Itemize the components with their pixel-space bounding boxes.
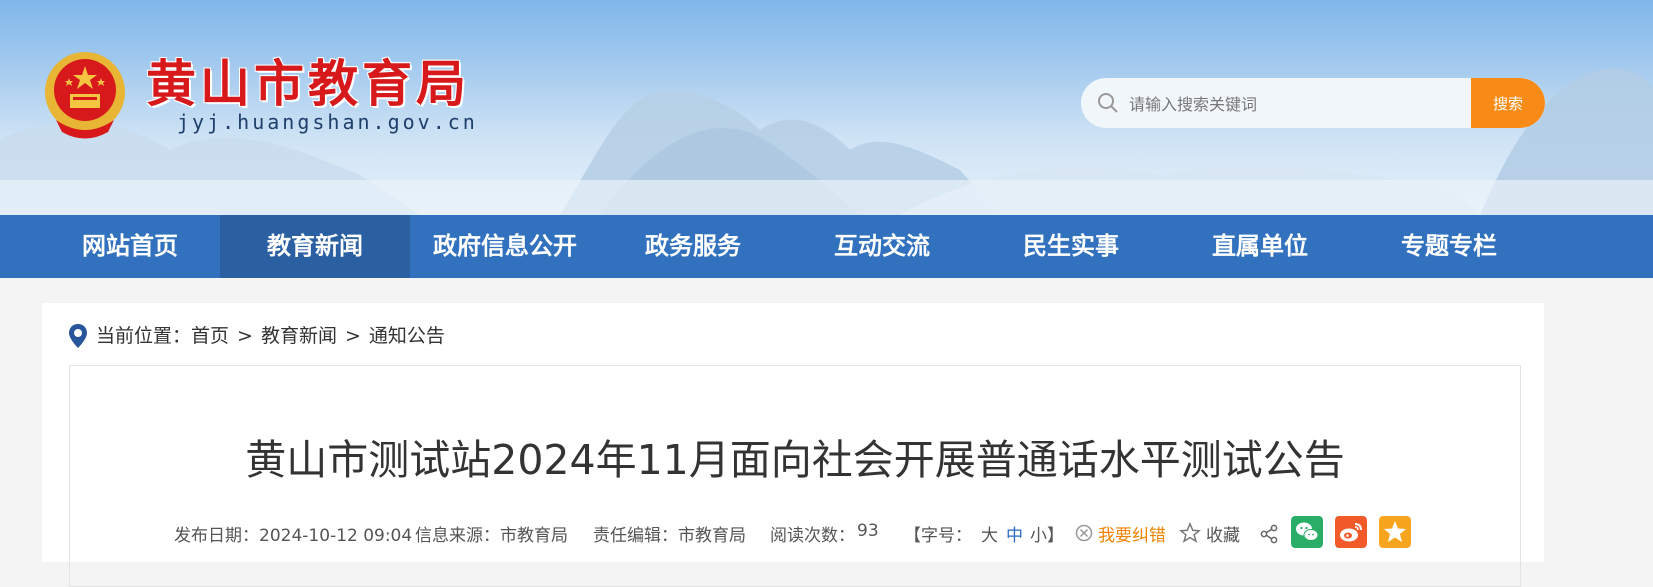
nav-item-gov-services[interactable]: 政务服务 xyxy=(598,215,788,278)
font-size-large[interactable]: 大 xyxy=(981,521,998,546)
nav-item-education-news[interactable]: 教育新闻 xyxy=(220,215,410,278)
national-emblem-logo xyxy=(45,52,125,139)
breadcrumb-notices[interactable]: 通知公告 xyxy=(369,325,445,347)
qzone-icon[interactable] xyxy=(1379,516,1411,548)
weibo-icon[interactable] xyxy=(1335,516,1367,548)
search-input[interactable] xyxy=(1127,88,1521,120)
site-domain: jyj.huangshan.gov.cn xyxy=(177,110,478,134)
font-size-small[interactable]: 小】 xyxy=(1030,521,1064,546)
main-nav: 网站首页 教育新闻 政府信息公开 政务服务 互动交流 民生实事 直属单位 专题专… xyxy=(0,215,1653,278)
search-icon xyxy=(1098,93,1118,113)
wechat-icon[interactable] xyxy=(1291,516,1323,548)
breadcrumb-home[interactable]: 首页 xyxy=(191,325,229,347)
breadcrumb-education-news[interactable]: 教育新闻 xyxy=(261,325,337,347)
star-icon xyxy=(1179,522,1201,543)
nav-item-interaction[interactable]: 互动交流 xyxy=(787,215,977,278)
site-title: 黄山市教育局 xyxy=(146,55,470,113)
nav-item-special-topics[interactable]: 专题专栏 xyxy=(1354,215,1544,278)
nav-item-gov-info[interactable]: 政府信息公开 xyxy=(410,215,600,278)
font-size-medium[interactable]: 中 xyxy=(1006,521,1023,546)
share-icon[interactable] xyxy=(1260,524,1278,544)
views-label: 阅读次数： xyxy=(770,526,855,546)
nav-item-livelihood[interactable]: 民生实事 xyxy=(976,215,1166,278)
publish-date: 发布日期：2024-10-12 09:04 xyxy=(174,526,413,546)
search-button[interactable]: 搜索 xyxy=(1471,78,1545,128)
nav-item-affiliated-units[interactable]: 直属单位 xyxy=(1165,215,1355,278)
nav-item-home[interactable]: 网站首页 xyxy=(42,215,218,278)
correct-icon xyxy=(1075,524,1093,542)
correction-link[interactable]: 我要纠错 xyxy=(1098,521,1166,546)
breadcrumb-separator: > xyxy=(237,325,253,347)
view-count: 93 xyxy=(857,521,879,541)
location-pin-icon xyxy=(69,324,87,348)
article-container: 黄山市测试站2024年11月面向社会开展普通话水平测试公告 发布日期：2024-… xyxy=(69,365,1521,587)
article-title: 黄山市测试站2024年11月面向社会开展普通话水平测试公告 xyxy=(245,436,1345,484)
responsible-editor: 责任编辑：市教育局 xyxy=(593,526,746,546)
breadcrumb-prefix: 当前位置： xyxy=(96,325,192,347)
article-meta: 发布日期：2024-10-12 09:04 信息来源：市教育局 责任编辑：市教育… xyxy=(70,516,1520,548)
content-panel: 当前位置：首页 > 教育新闻 > 通知公告 黄山市测试站2024年11月面向社会开展普通… xyxy=(42,303,1544,587)
search-box: 搜索 xyxy=(1081,78,1545,128)
breadcrumb-separator: > xyxy=(344,325,361,347)
info-source: 信息来源：市教育局 xyxy=(415,526,568,546)
header-banner: 黄山市教育局 jyj.huangshan.gov.cn 搜索 xyxy=(0,0,1653,215)
font-size-open: 【字号： xyxy=(904,526,972,546)
favorite-link[interactable]: 收藏 xyxy=(1206,521,1240,546)
